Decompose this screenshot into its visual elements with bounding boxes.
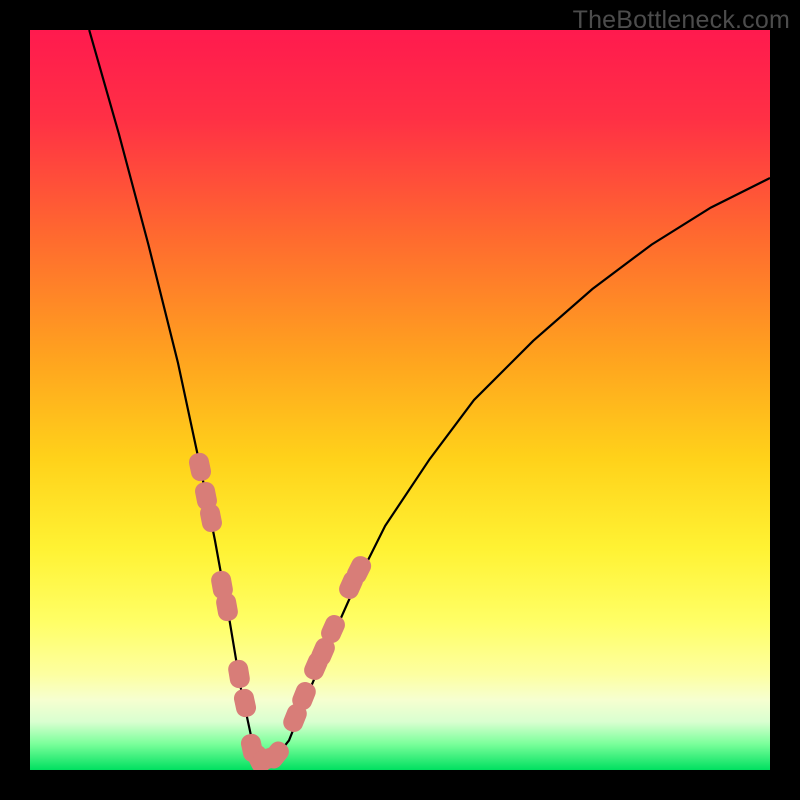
outer-frame: TheBottleneck.com (0, 0, 800, 800)
bottleneck-curve (30, 30, 770, 770)
plot-area (30, 30, 770, 770)
watermark-text: TheBottleneck.com (573, 6, 790, 35)
